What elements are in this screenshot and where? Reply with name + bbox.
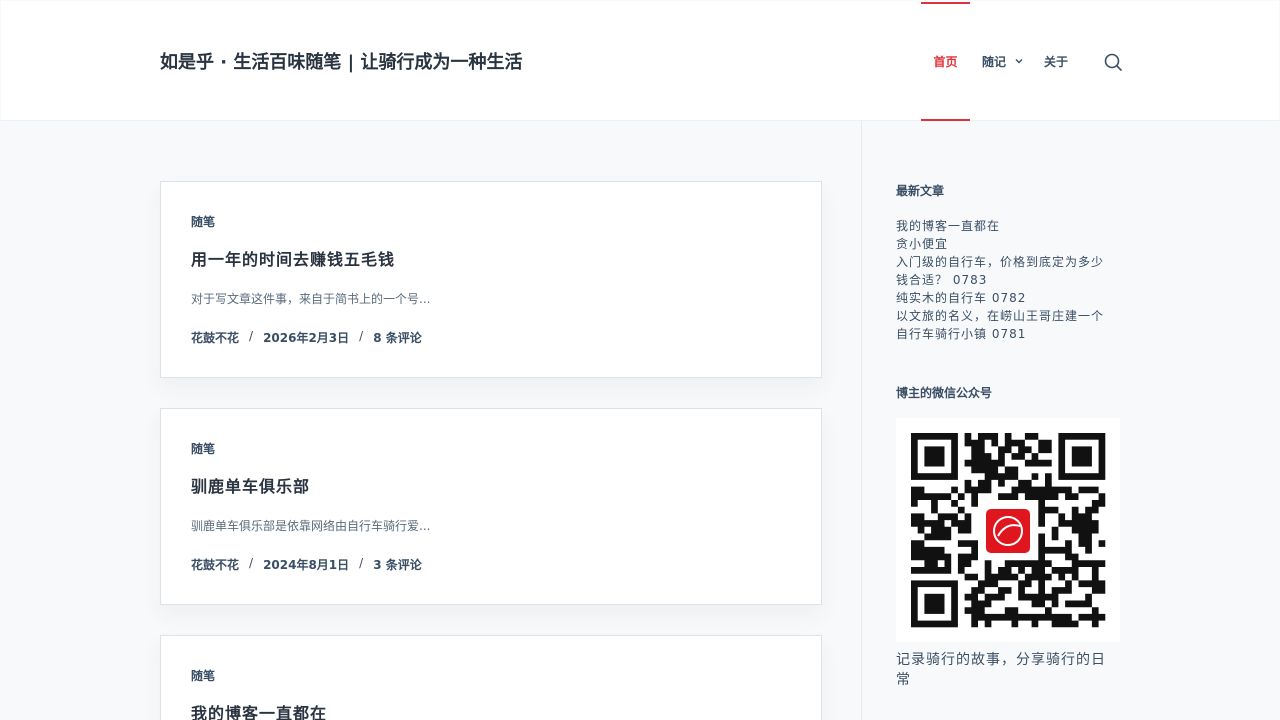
recent-post-link[interactable]: 入门级的自行车，价格到底定为多少钱合适？ 0783 xyxy=(896,253,1116,289)
post-category[interactable]: 随笔 xyxy=(191,667,215,684)
wechat-qr-code xyxy=(896,418,1120,642)
meta-separator: / xyxy=(359,555,364,570)
qr-caption: 记录骑行的故事，分享骑行的日常 xyxy=(896,652,1106,688)
post-date[interactable]: 2026年2月3日 xyxy=(263,329,349,346)
post-comments[interactable]: 3 条评论 xyxy=(373,556,422,573)
sidebar-divider xyxy=(861,121,862,720)
nav-item-notes-label: 随记 xyxy=(982,54,1007,69)
post-category[interactable]: 随笔 xyxy=(191,440,215,457)
post-comments[interactable]: 8 条评论 xyxy=(373,329,422,346)
main-nav: 首页 随记 关于 xyxy=(921,1,1068,121)
post-card: 随笔 我的博客一直都在 xyxy=(160,635,822,720)
chevron-down-icon xyxy=(1014,56,1024,66)
recent-posts-list: 我的博客一直都在 贪小便宜 入门级的自行车，价格到底定为多少钱合适？ 0783 … xyxy=(896,217,1116,343)
site-header: 如是乎 · 生活百味随笔 | 让骑行成为一种生活 首页 随记 关于 xyxy=(1,1,1279,121)
post-title[interactable]: 我的博客一直都在 xyxy=(191,700,327,720)
qr-code-image xyxy=(911,433,1106,628)
recent-post-link[interactable]: 纯实木的自行车 0782 xyxy=(896,289,1116,307)
site-title[interactable]: 如是乎 · 生活百味随笔 | 让骑行成为一种生活 xyxy=(160,48,522,74)
post-category[interactable]: 随笔 xyxy=(191,213,215,230)
post-excerpt: 对于写文章这件事，来自于简书上的一个号... xyxy=(191,292,431,306)
post-author[interactable]: 花鼓不花 xyxy=(191,556,239,573)
post-title[interactable]: 驯鹿单车俱乐部 xyxy=(191,473,310,497)
search-icon[interactable] xyxy=(1103,52,1123,72)
post-excerpt: 驯鹿单车俱乐部是依靠网络由自行车骑行爱... xyxy=(191,519,431,533)
post-title[interactable]: 用一年的时间去赚钱五毛钱 xyxy=(191,246,395,270)
post-date[interactable]: 2024年8月1日 xyxy=(263,556,349,573)
post-card: 随笔 用一年的时间去赚钱五毛钱 对于写文章这件事，来自于简书上的一个号... 花… xyxy=(160,181,822,378)
meta-separator: / xyxy=(359,328,364,343)
recent-post-link[interactable]: 贪小便宜 xyxy=(896,235,1116,253)
recent-post-link[interactable]: 以文旅的名义，在崂山王哥庄建一个自行车骑行小镇 0781 xyxy=(896,307,1116,343)
wechat-widget-title: 博主的微信公众号 xyxy=(896,386,993,400)
recent-posts-title: 最新文章 xyxy=(896,184,945,198)
post-card: 随笔 驯鹿单车俱乐部 驯鹿单车俱乐部是依靠网络由自行车骑行爱... 花鼓不花 /… xyxy=(160,408,822,605)
meta-separator: / xyxy=(249,328,254,343)
post-meta: 花鼓不花 / 2024年8月1日 / 3 条评论 xyxy=(191,556,422,573)
recent-post-link[interactable]: 我的博客一直都在 xyxy=(896,217,1116,235)
post-meta: 花鼓不花 / 2026年2月3日 / 8 条评论 xyxy=(191,329,422,346)
nav-item-home[interactable]: 首页 xyxy=(921,1,970,121)
meta-separator: / xyxy=(249,555,254,570)
nav-item-about[interactable]: 关于 xyxy=(1044,1,1068,121)
post-author[interactable]: 花鼓不花 xyxy=(191,329,239,346)
nav-item-notes[interactable]: 随记 xyxy=(982,1,1024,121)
